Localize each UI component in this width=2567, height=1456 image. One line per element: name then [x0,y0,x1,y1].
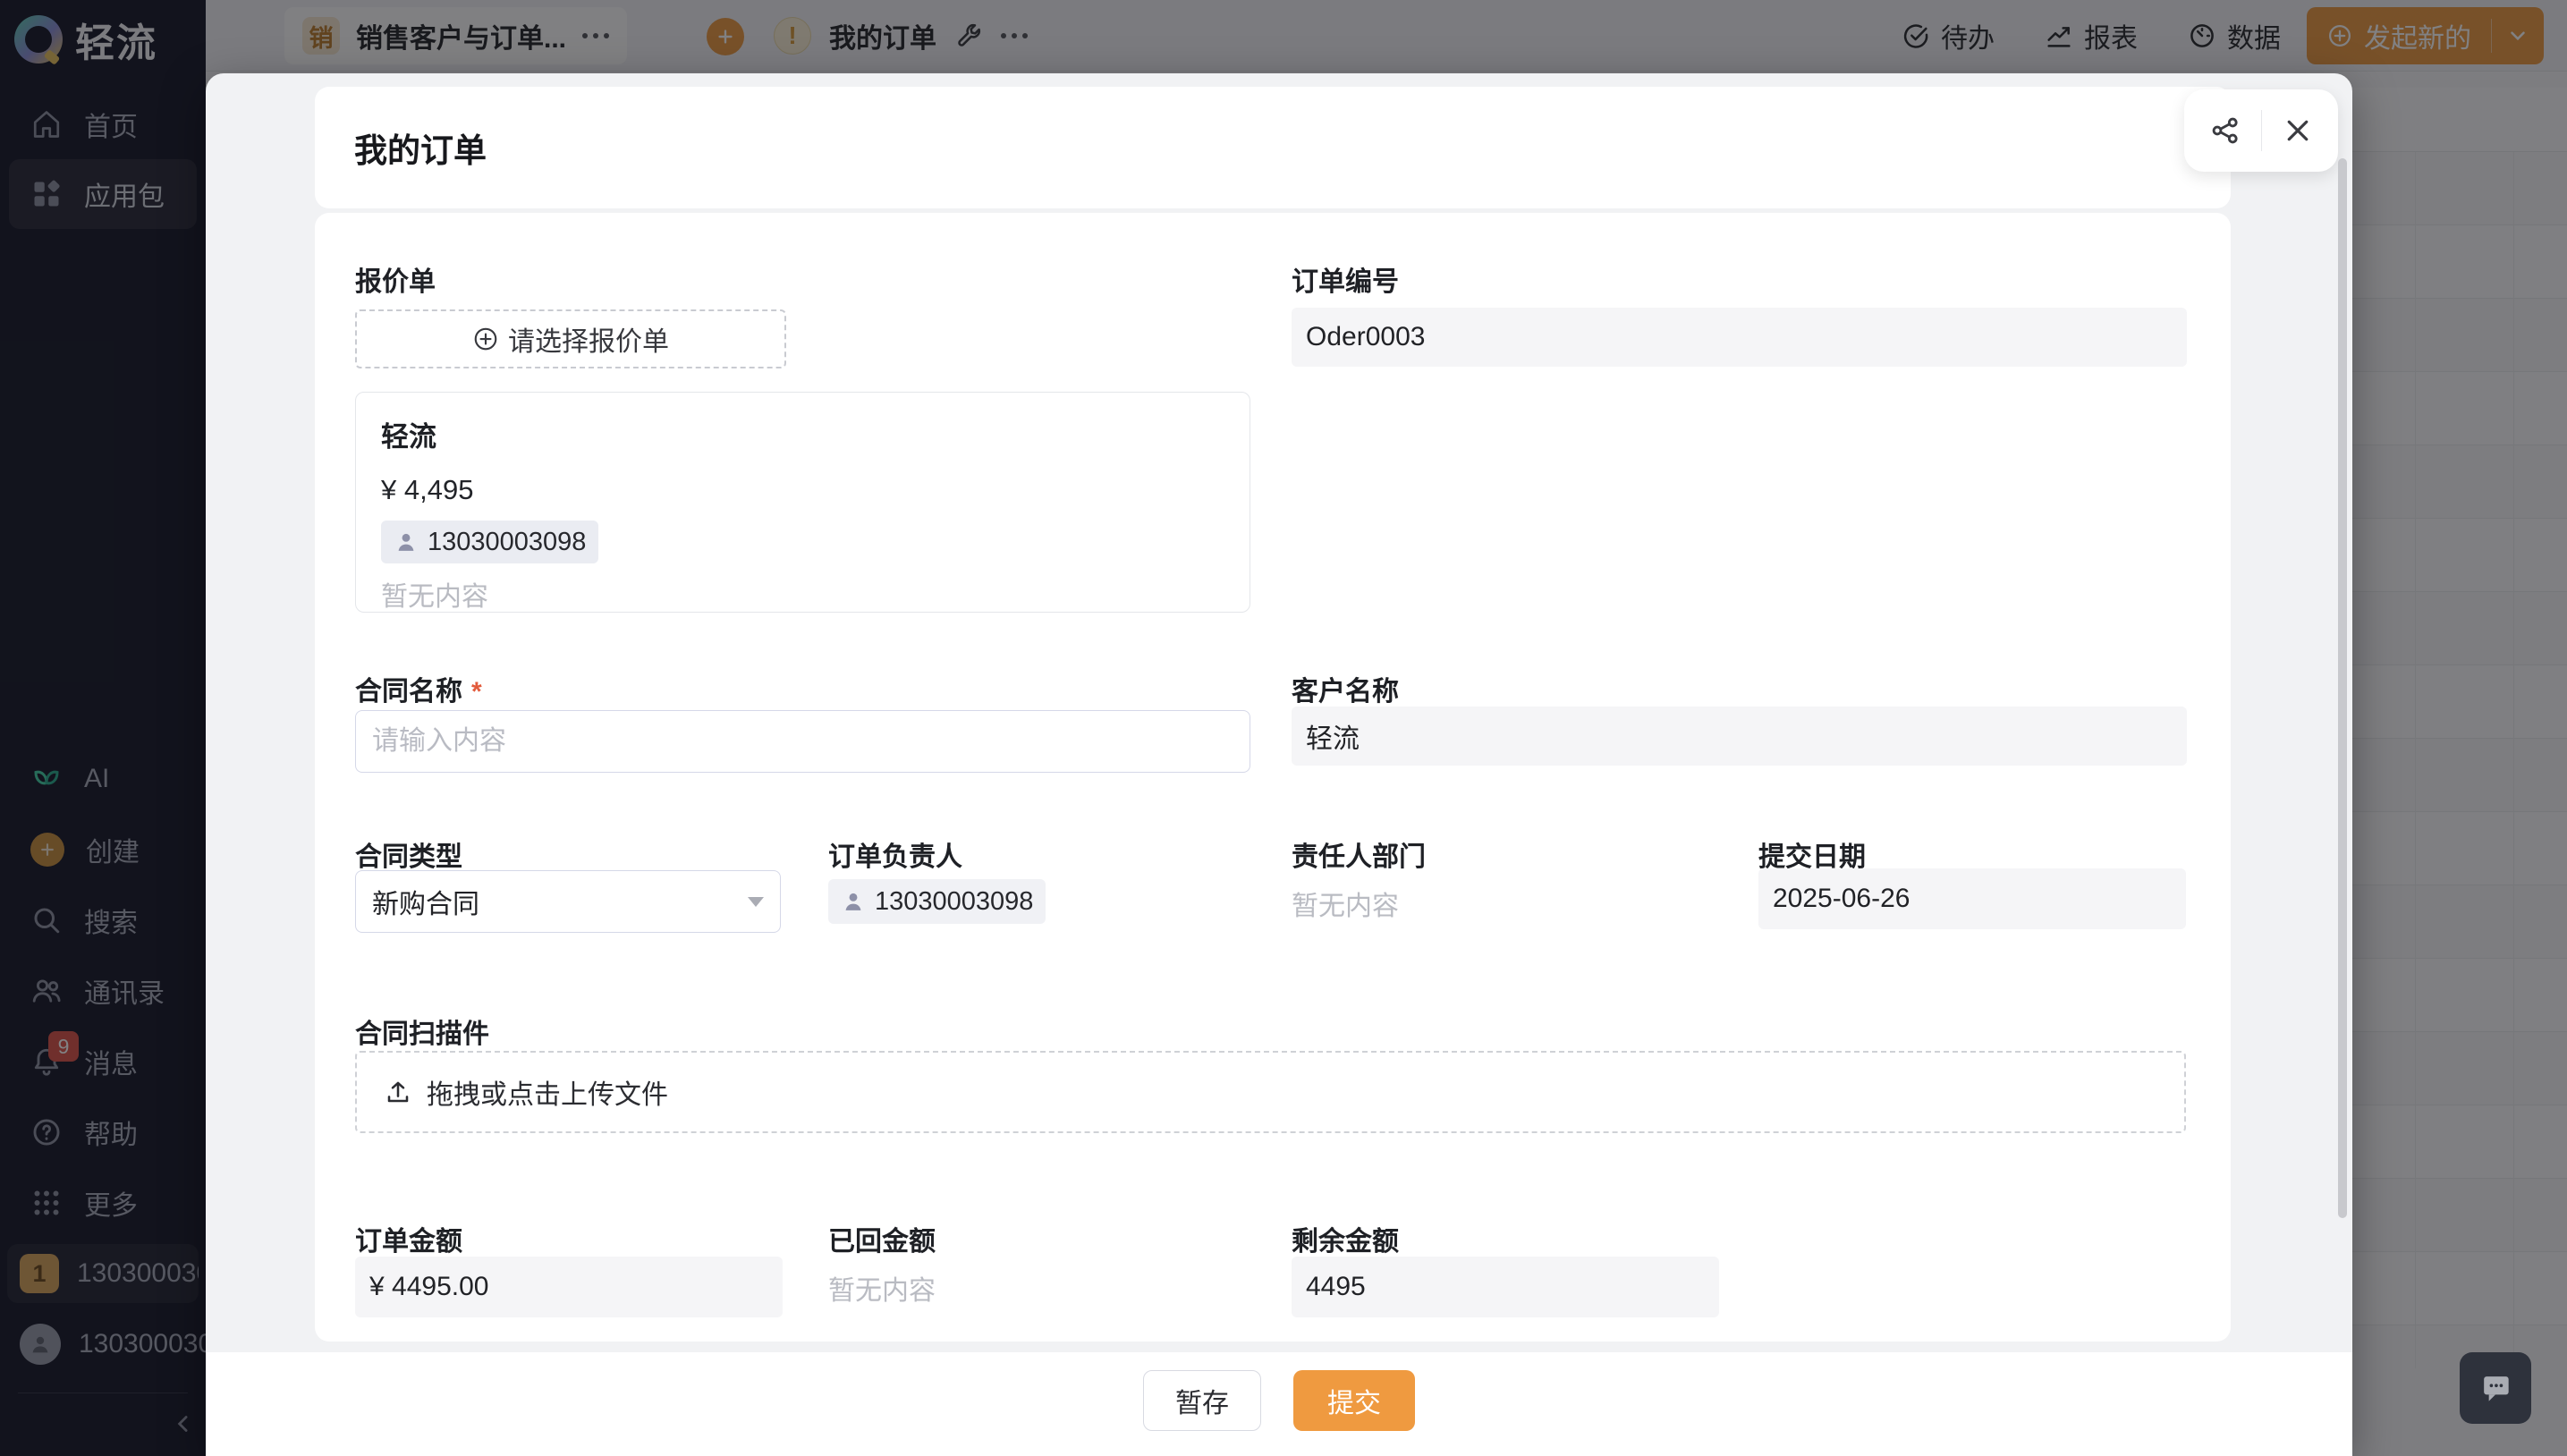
quote-empty-text: 暂无内容 [381,574,1224,614]
contract-name-label: 合同名称* [355,669,482,708]
order-form-modal: 我的订单 报价单 请选择报价单 轻流 ¥ 4,495 130300030 [206,73,2352,1456]
received-amount-empty: 暂无内容 [828,1268,936,1308]
quote-label: 报价单 [355,259,436,299]
owner-dept-label: 责任人部门 [1292,834,1426,874]
quote-contact-chip: 13030003098 [381,521,598,563]
customer-name-label: 客户名称 [1292,669,1399,708]
toolbar-divider [2261,110,2262,151]
order-owner-label: 订单负责人 [828,834,962,874]
received-amount-label: 已回金额 [828,1219,936,1258]
upload-hint: 拖拽或点击上传文件 [427,1072,668,1112]
select-caret-icon [748,897,764,907]
close-icon[interactable] [2282,114,2314,147]
file-upload-dropzone[interactable]: 拖拽或点击上传文件 [355,1051,2186,1133]
order-no-label: 订单编号 [1292,259,1399,299]
order-owner-chip: 13030003098 [828,879,1046,924]
required-asterisk: * [471,677,482,707]
contract-name-input[interactable] [355,710,1250,773]
owner-dept-empty: 暂无内容 [1292,884,1399,923]
modal-title: 我的订单 [315,123,487,172]
contract-type-value: 新购合同 [372,882,479,921]
person-icon [841,889,866,914]
person-icon [394,529,419,554]
contract-scan-label: 合同扫描件 [355,1012,489,1051]
quote-title: 轻流 [381,414,1224,454]
contract-type-label: 合同类型 [355,834,462,874]
remaining-amount-label: 剩余金额 [1292,1219,1399,1258]
order-no-field: Oder0003 [1292,308,2187,367]
chat-bubble-icon [2476,1368,2515,1408]
save-draft-button[interactable]: 暂存 [1143,1370,1261,1431]
submit-date-field: 2025-06-26 [1758,868,2186,929]
modal-footer: 暂存 提交 [206,1352,2352,1456]
modal-scrollbar[interactable] [2338,158,2347,1218]
select-quote-label: 请选择报价单 [508,319,669,359]
customer-name-field: 轻流 [1292,707,2187,766]
remaining-amount-field: 4495 [1292,1257,1719,1317]
modal-header: 我的订单 [315,87,2231,208]
quote-record-card[interactable]: 轻流 ¥ 4,495 13030003098 暂无内容 [355,392,1250,613]
contract-type-select[interactable]: 新购合同 [355,870,781,933]
form-card: 报价单 请选择报价单 轻流 ¥ 4,495 13030003098 暂无内容 订… [315,213,2231,1342]
screen: 轻流 首页 应用包 AI 创建 [0,0,2567,1456]
chat-widget-button[interactable] [2460,1352,2531,1424]
order-amount-field: ¥ 4495.00 [355,1257,783,1317]
quote-amount: ¥ 4,495 [381,474,1224,506]
upload-icon [384,1078,412,1106]
modal-toolbar [2184,89,2338,172]
share-icon[interactable] [2209,114,2241,147]
order-amount-label: 订单金额 [355,1219,462,1258]
plus-circle-icon [472,326,499,352]
submit-button[interactable]: 提交 [1293,1370,1415,1431]
select-quote-button[interactable]: 请选择报价单 [355,309,786,368]
